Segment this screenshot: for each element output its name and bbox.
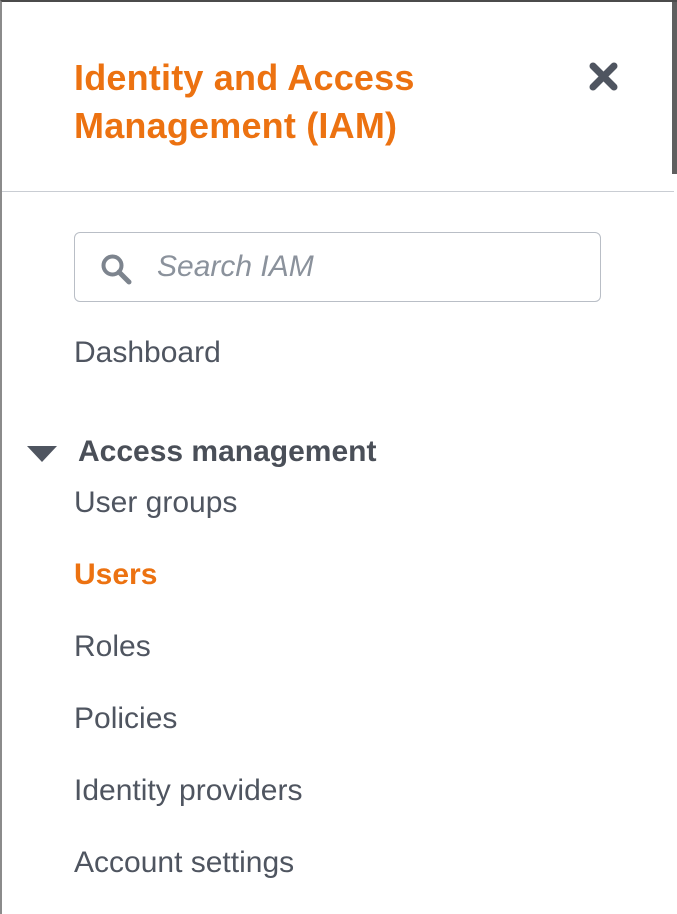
nav-dashboard[interactable]: Dashboard: [74, 334, 221, 372]
search-icon: [101, 254, 132, 285]
nav-users[interactable]: Users: [74, 556, 157, 594]
nav-roles[interactable]: Roles: [74, 628, 151, 666]
close-button[interactable]: [584, 57, 622, 95]
panel-header: Identity and Access Management (IAM): [2, 2, 674, 192]
search-input[interactable]: [157, 243, 577, 291]
nav-user-groups[interactable]: User groups: [74, 484, 237, 522]
search-field[interactable]: [74, 232, 601, 302]
access-management-toggle[interactable]: Access management: [25, 432, 405, 472]
iam-navigation-panel: Identity and Access Management (IAM) Das…: [0, 0, 677, 914]
close-icon: [589, 62, 617, 90]
nav-account-settings[interactable]: Account settings: [74, 844, 294, 882]
page-title: Identity and Access Management (IAM): [74, 57, 415, 146]
caret-down-icon: [27, 446, 57, 462]
nav-policies[interactable]: Policies: [74, 700, 177, 738]
nav-identity-providers[interactable]: Identity providers: [74, 772, 302, 810]
section-title-access-management: Access management: [78, 435, 377, 468]
